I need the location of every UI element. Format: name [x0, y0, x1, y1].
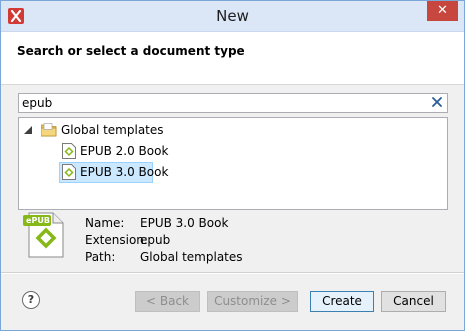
tree-item-label: EPUB 2.0 Book	[80, 144, 169, 158]
tree-node-label: Global templates	[61, 123, 164, 137]
close-icon: ✕	[437, 3, 448, 18]
detail-extension-value: epub	[140, 233, 171, 247]
search-input[interactable]	[22, 95, 422, 110]
detail-path-value: Global templates	[140, 250, 243, 264]
tree-item-epub2[interactable]: EPUB 2.0 Book	[60, 141, 180, 161]
detail-extension-label: Extension:	[85, 233, 148, 247]
new-dialog: New ✕ Search or select a document type G…	[0, 0, 465, 331]
detail-name-label: Name:	[85, 216, 125, 230]
expander-triangle-icon[interactable]	[24, 126, 32, 134]
title-bar[interactable]: New ✕	[1, 1, 464, 32]
wizard-header: Search or select a document type	[1, 32, 464, 85]
search-field[interactable]	[18, 93, 448, 113]
template-tree[interactable]: Global templates EPUB 2.0 Book EPUB 3.0 …	[18, 117, 448, 210]
footer-divider	[1, 272, 464, 274]
epub-document-icon	[62, 164, 76, 180]
create-button[interactable]: Create	[310, 291, 374, 312]
detail-path-label: Path:	[85, 250, 116, 264]
epub-badge-text: ePUB	[26, 216, 50, 225]
help-button[interactable]: ?	[22, 291, 40, 309]
cancel-button[interactable]: Cancel	[381, 291, 446, 312]
header-title: Search or select a document type	[17, 44, 245, 58]
close-button[interactable]: ✕	[427, 1, 458, 21]
tree-node-global-templates[interactable]: Global templates	[19, 120, 445, 140]
window-title: New	[216, 7, 249, 25]
detail-name-value: EPUB 3.0 Book	[140, 216, 229, 230]
clear-x-icon[interactable]	[430, 95, 444, 109]
back-button[interactable]: < Back	[135, 291, 200, 312]
tree-item-label: EPUB 3.0 Book	[80, 165, 169, 179]
tree-item-epub3[interactable]: EPUB 3.0 Book	[59, 162, 168, 183]
epub-large-icon: ePUB	[23, 211, 65, 259]
epub-document-icon	[62, 143, 76, 159]
help-icon: ?	[27, 293, 35, 306]
folder-icon	[41, 123, 57, 137]
customize-button[interactable]: Customize >	[207, 291, 298, 312]
